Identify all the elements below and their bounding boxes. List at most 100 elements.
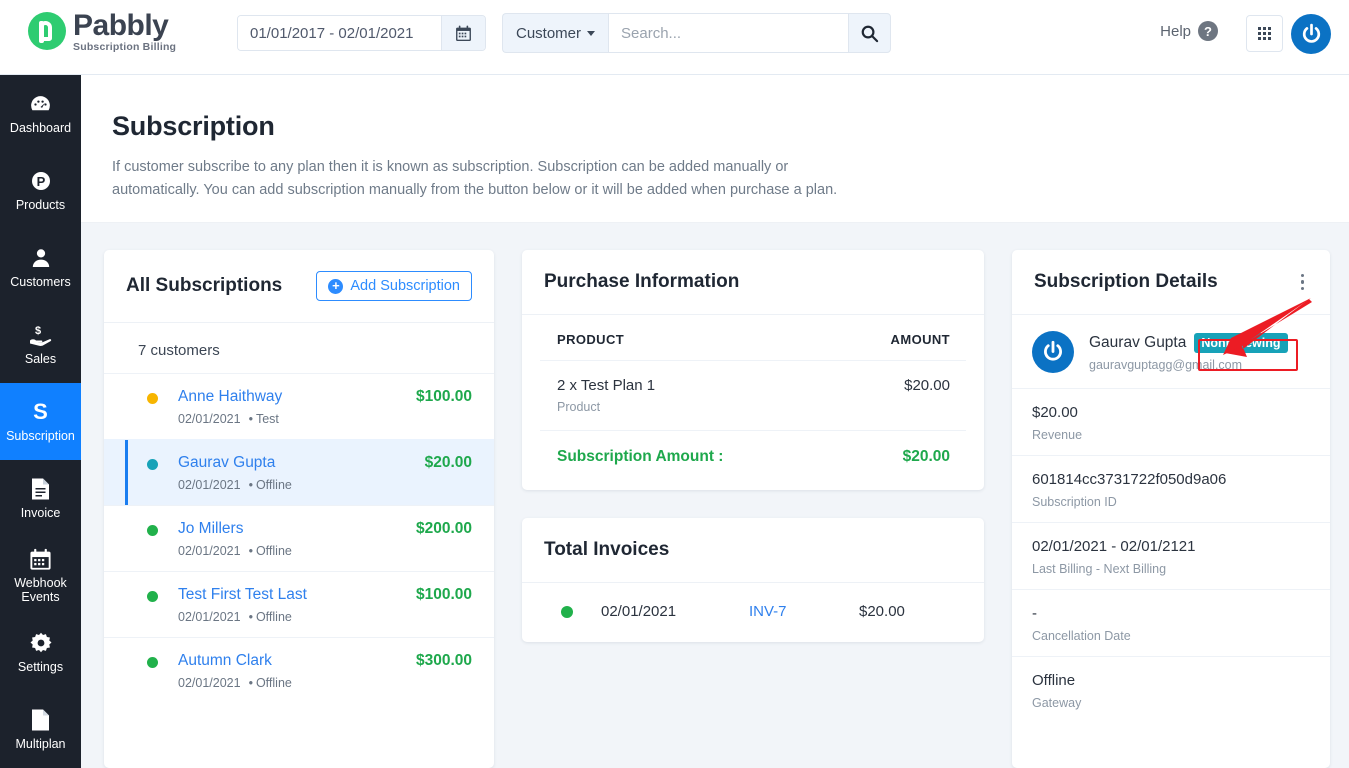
sidebar-item-dashboard[interactable]: Dashboard (0, 75, 81, 152)
user-account-button[interactable] (1291, 14, 1331, 54)
list-item[interactable]: Autumn Clark 02/01/2021 • Offline $300.00 (104, 637, 494, 703)
sidebar-item-multiplan[interactable]: Multiplan (0, 691, 81, 768)
user-icon (29, 246, 53, 270)
subscription-amount: $100.00 (415, 586, 472, 603)
sidebar-item-label: Webhook Events (14, 576, 67, 604)
file-icon (30, 708, 51, 732)
help-button[interactable]: Help ? (1160, 21, 1218, 41)
subscription-details-header: Subscription Details (1012, 250, 1330, 315)
field-label: Cancellation Date (1032, 629, 1131, 643)
subscription-meta: 02/01/2021 • Offline (178, 544, 292, 558)
status-dot (147, 393, 158, 404)
kebab-menu-icon[interactable] (1297, 272, 1309, 293)
subscription-meta: 02/01/2021 • Test (178, 412, 279, 426)
product-name: 2 x Test Plan 1 (557, 377, 656, 394)
detail-field-cancellation-date: - Cancellation Date (1012, 590, 1330, 657)
list-item[interactable]: Jo Millers 02/01/2021 • Offline $200.00 (104, 505, 494, 571)
detail-field-billing-dates: 02/01/2021 - 02/01/2121 Last Billing - N… (1012, 523, 1330, 590)
sidebar-item-invoice[interactable]: Invoice (0, 460, 81, 537)
detail-field-subscription-id: 601814cc3731722f050d9a06 Subscription ID (1012, 456, 1330, 523)
search-scope-dropdown[interactable]: Customer (502, 13, 609, 53)
all-subscriptions-header: All Subscriptions + Add Subscription (104, 250, 494, 323)
sidebar-item-label: Sales (24, 352, 57, 366)
sidebar-item-webhook-events[interactable]: Webhook Events (0, 537, 81, 614)
list-item[interactable]: Anne Haithway 02/01/2021 • Test $100.00 (104, 373, 494, 439)
subscription-amount: $100.00 (415, 388, 472, 405)
field-label: Last Billing - Next Billing (1032, 562, 1167, 576)
sidebar-item-label: Settings (17, 660, 64, 674)
subscription-meta: 02/01/2021 • Offline (178, 610, 292, 624)
subscription-details-card: Subscription Details Gaurav Gupta Nonren… (1012, 250, 1330, 768)
sidebar-item-settings[interactable]: Settings (0, 614, 81, 691)
search-scope-label: Customer (516, 24, 582, 42)
sidebar-item-products[interactable]: P Products (0, 152, 81, 229)
status-dot (147, 591, 158, 602)
detail-field-gateway: Offline Gateway (1012, 657, 1330, 723)
purchase-information-card: Purchase Information PRODUCT AMOUNT 2 x … (522, 250, 984, 490)
subscription-amount: $300.00 (415, 652, 472, 669)
grid-apps-icon (1258, 27, 1271, 40)
plus-circle-icon: + (328, 278, 344, 294)
calendar-icon[interactable] (441, 16, 485, 50)
invoice-number-link[interactable]: INV-7 (749, 603, 859, 620)
subscription-customer-name[interactable]: Jo Millers (178, 519, 416, 539)
total-label: Subscription Amount : (557, 448, 724, 465)
avatar (1032, 331, 1074, 373)
sidebar-item-label: Dashboard (9, 121, 72, 135)
field-value: 02/01/2021 - 02/01/2121 (1032, 538, 1196, 555)
subscription-customer-name[interactable]: Gaurav Gupta (178, 453, 425, 473)
field-value: Offline (1032, 672, 1076, 689)
customer-summary: Gaurav Gupta Nonrenewing gauravguptagg@g… (1012, 315, 1330, 389)
status-dot (147, 657, 158, 668)
page-header: Subscription If customer subscribe to an… (81, 75, 1349, 223)
product-p-icon: P (29, 169, 53, 193)
purchase-information-header: Purchase Information (522, 250, 984, 315)
table-row: 2 x Test Plan 1 Product $20.00 (540, 361, 966, 431)
customer-name: Gaurav Gupta (1089, 333, 1187, 351)
purchase-table-header: PRODUCT AMOUNT (540, 315, 966, 361)
search-button[interactable] (848, 13, 892, 53)
sidebar-item-sales[interactable]: $ Sales (0, 306, 81, 383)
svg-text:P: P (36, 174, 45, 189)
sidebar-item-customers[interactable]: Customers (0, 229, 81, 306)
sidebar-item-label: Multiplan (15, 737, 66, 751)
apps-grid-button[interactable] (1246, 15, 1283, 52)
field-value: 601814cc3731722f050d9a06 (1032, 471, 1227, 488)
date-range-value[interactable]: 01/01/2017 - 02/01/2021 (238, 16, 441, 50)
middle-column: Purchase Information PRODUCT AMOUNT 2 x … (522, 250, 984, 768)
total-amount: $20.00 (902, 448, 950, 465)
document-lines-icon (30, 477, 51, 501)
subscription-s-icon: S (33, 399, 48, 424)
card-title: Subscription Details (1034, 271, 1218, 292)
date-range-picker[interactable]: 01/01/2017 - 02/01/2021 (237, 15, 486, 51)
svg-text:$: $ (34, 325, 40, 337)
column-header-amount: AMOUNT (890, 332, 950, 347)
brand-name: Pabbly (73, 9, 169, 42)
list-item[interactable]: Test First Test Last 02/01/2021 • Offline … (104, 571, 494, 637)
subscription-gateway: Offline (255, 610, 292, 624)
subscription-customer-name[interactable]: Autumn Clark (178, 651, 416, 671)
brand-tagline: Subscription Billing (73, 41, 177, 53)
subscription-date: 02/01/2021 (178, 412, 241, 426)
table-row[interactable]: 02/01/2021 INV-7 $20.00 (522, 583, 984, 642)
sidebar-item-subscription[interactable]: S Subscription (0, 383, 81, 460)
add-subscription-button[interactable]: + Add Subscription (316, 271, 472, 301)
card-title: Purchase Information (544, 271, 740, 292)
hand-money-icon: $ (28, 323, 54, 347)
subscription-meta: 02/01/2021 • Offline (178, 676, 292, 690)
subscription-customer-name[interactable]: Anne Haithway (178, 387, 416, 407)
sidebar-item-label: Subscription (6, 429, 75, 443)
total-invoices-header: Total Invoices (522, 518, 984, 583)
sidebar-item-label: Products (15, 198, 66, 212)
brand-logo[interactable]: Pabbly Subscription Billing (28, 10, 176, 53)
invoice-amount: $20.00 (859, 603, 905, 620)
subscription-amount: $200.00 (415, 520, 472, 537)
list-item[interactable]: Gaurav Gupta 02/01/2021 • Offline $20.00 (104, 439, 494, 505)
calendar-icon (29, 547, 52, 571)
subscription-gateway: Offline (255, 544, 292, 558)
help-label: Help (1160, 22, 1191, 40)
search-input[interactable] (608, 13, 849, 53)
power-user-icon (1044, 340, 1062, 361)
status-dot (147, 459, 158, 470)
subscription-customer-name[interactable]: Test First Test Last (178, 585, 416, 605)
